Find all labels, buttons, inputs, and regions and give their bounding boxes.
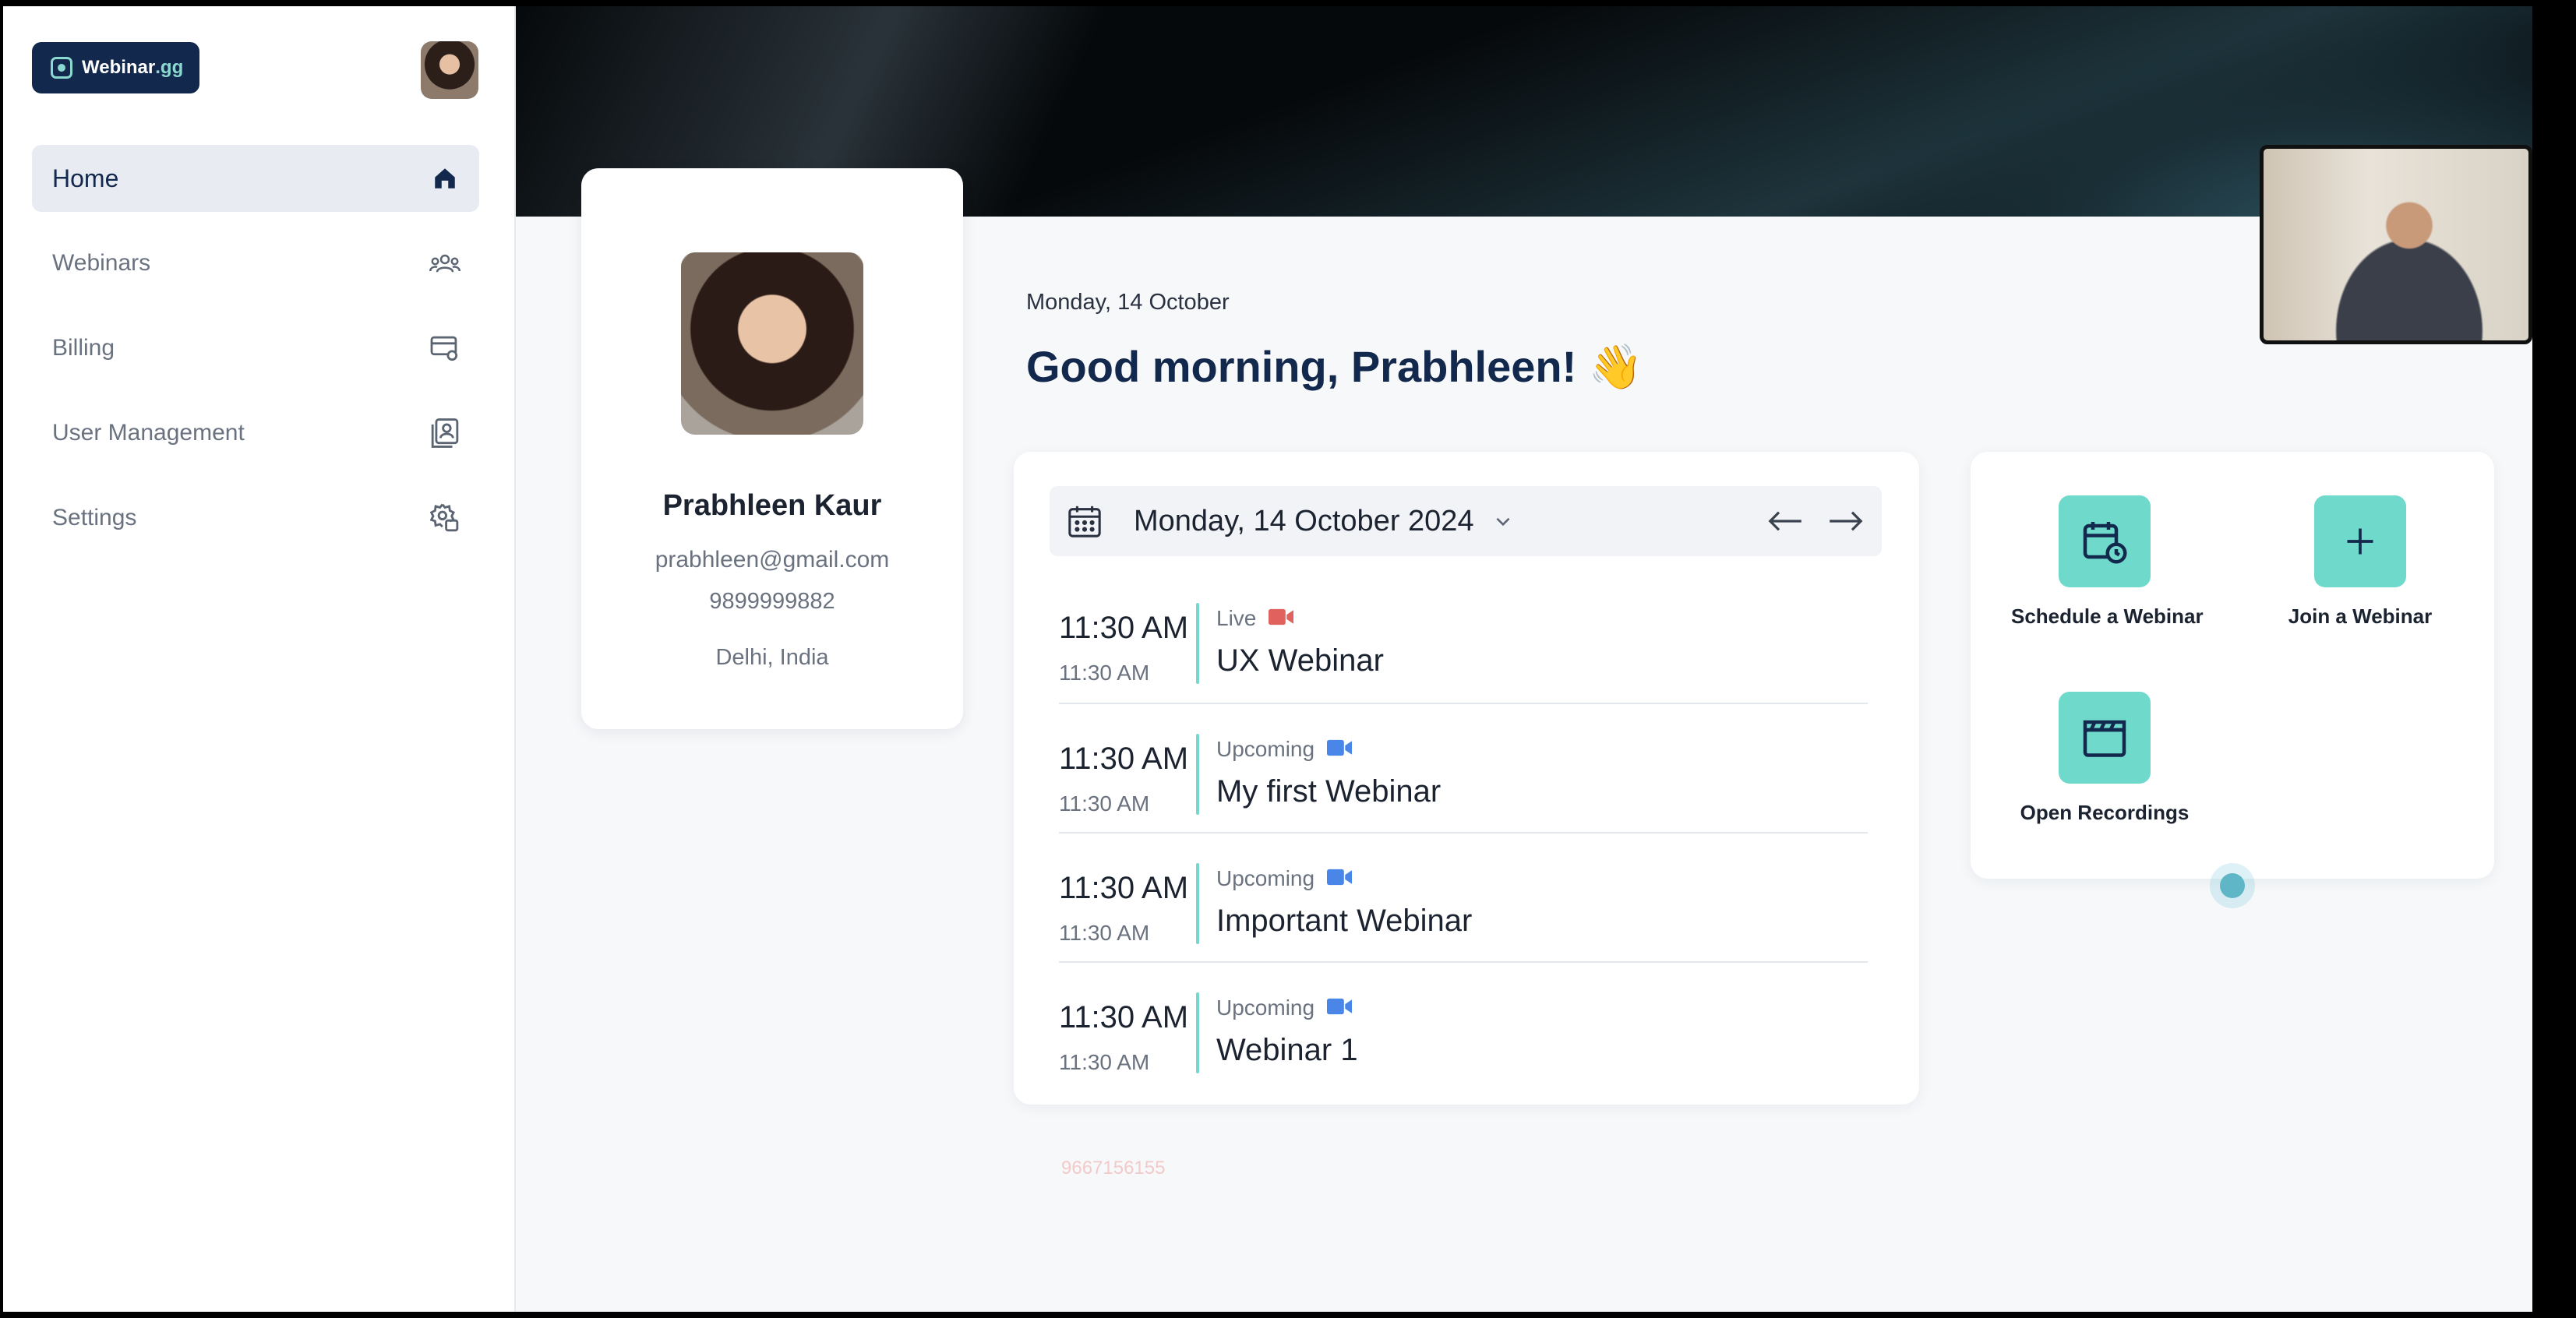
event-row[interactable]: 11:30 AM 11:30 AM Upcoming Important Web… bbox=[1050, 851, 1860, 967]
schedule-card: Monday, 14 October 2024 11:30 AM 11:30 A… bbox=[1014, 452, 1919, 1105]
event-separator bbox=[1059, 961, 1868, 963]
sidebar-item-user-management[interactable]: User Management bbox=[32, 400, 479, 467]
event-end-time: 11:30 AM bbox=[1059, 921, 1150, 945]
logo-suffix: .gg bbox=[155, 57, 184, 78]
sidebar-item-label: Webinars bbox=[52, 250, 151, 276]
event-title: UX Webinar bbox=[1216, 643, 1384, 678]
profile-email: prabhleen@gmail.com bbox=[655, 547, 890, 573]
users-icon bbox=[429, 248, 461, 279]
sidebar-item-label: Settings bbox=[52, 505, 137, 530]
join-webinar-label: Join a Webinar bbox=[2288, 604, 2433, 628]
video-camera-icon bbox=[1269, 606, 1294, 631]
profile-photo bbox=[681, 252, 863, 435]
next-day-arrow-icon[interactable] bbox=[1826, 502, 1866, 541]
event-time: 11:30 AM bbox=[1059, 1000, 1189, 1034]
current-date: Monday, 14 October bbox=[1026, 290, 1230, 315]
schedule-webinar-button[interactable]: Schedule a Webinar bbox=[2011, 495, 2204, 629]
event-row[interactable]: 11:30 AM 11:30 AM Live UX Webinar bbox=[1050, 590, 1860, 707]
event-time: 11:30 AM bbox=[1059, 611, 1189, 645]
profile-phone: 9899999882 bbox=[709, 589, 835, 614]
event-row[interactable]: 11:30 AM 11:30 AM Upcoming Webinar 1 bbox=[1050, 980, 1860, 1097]
event-status: Upcoming bbox=[1216, 866, 1353, 891]
open-recordings-label: Open Recordings bbox=[2020, 801, 2190, 824]
event-divider-bar bbox=[1196, 992, 1199, 1073]
greeting-heading: Good morning, Prabhleen! 👋 bbox=[1026, 342, 1643, 391]
event-status-label: Upcoming bbox=[1216, 996, 1315, 1020]
chevron-down-icon[interactable] bbox=[1493, 511, 1513, 531]
event-title: My first Webinar bbox=[1216, 774, 1442, 809]
sidebar-item-label: User Management bbox=[52, 420, 245, 446]
plus-icon bbox=[2314, 495, 2406, 587]
profile-location: Delhi, India bbox=[715, 645, 829, 670]
watermark-number: 9667156155 bbox=[1061, 1158, 1166, 1179]
event-status-label: Live bbox=[1216, 606, 1257, 630]
event-status-label: Upcoming bbox=[1216, 866, 1315, 890]
event-divider-bar bbox=[1196, 603, 1199, 684]
schedule-webinar-label: Schedule a Webinar bbox=[2011, 604, 2204, 628]
home-icon bbox=[429, 163, 461, 194]
clapperboard-icon bbox=[2059, 692, 2151, 784]
date-nav bbox=[1765, 502, 1866, 541]
event-divider-bar bbox=[1196, 863, 1199, 944]
sidebar-item-billing[interactable]: Billing bbox=[32, 315, 479, 382]
event-end-time: 11:30 AM bbox=[1059, 791, 1150, 816]
event-time: 11:30 AM bbox=[1059, 871, 1189, 905]
profile-card: Prabhleen Kaur prabhleen@gmail.com 98999… bbox=[581, 168, 963, 729]
billing-card-icon bbox=[429, 333, 461, 364]
event-separator bbox=[1059, 703, 1868, 704]
event-status-label: Upcoming bbox=[1216, 737, 1315, 761]
calendar-icon bbox=[1067, 503, 1103, 539]
event-end-time: 11:30 AM bbox=[1059, 1050, 1150, 1074]
previous-day-arrow-icon[interactable] bbox=[1765, 502, 1805, 541]
join-webinar-button[interactable]: Join a Webinar bbox=[2267, 495, 2454, 629]
sidebar-item-settings[interactable]: Settings bbox=[32, 485, 479, 552]
event-status: Upcoming bbox=[1216, 996, 1353, 1020]
sidebar-item-home[interactable]: Home bbox=[32, 145, 479, 212]
event-row[interactable]: 11:30 AM 11:30 AM Upcoming My first Webi… bbox=[1050, 721, 1860, 838]
event-separator bbox=[1059, 832, 1868, 833]
event-end-time: 11:30 AM bbox=[1059, 661, 1150, 685]
sidebar-item-label: Home bbox=[52, 164, 119, 192]
video-camera-icon bbox=[1327, 996, 1353, 1020]
event-title: Important Webinar bbox=[1216, 904, 1473, 938]
user-management-icon bbox=[429, 418, 461, 449]
video-camera-icon bbox=[1327, 737, 1353, 762]
user-avatar[interactable] bbox=[421, 41, 478, 99]
profile-name: Prabhleen Kaur bbox=[662, 489, 882, 522]
app-logo[interactable]: Webinar .gg bbox=[32, 42, 199, 93]
app-frame: Webinar .gg Home Webinars Billing User M… bbox=[3, 6, 2532, 1312]
event-status: Live bbox=[1216, 606, 1294, 631]
event-title: Webinar 1 bbox=[1216, 1033, 1358, 1067]
selected-date: Monday, 14 October 2024 bbox=[1134, 504, 1474, 537]
mouse-cursor bbox=[2210, 863, 2255, 908]
quick-actions-card: Schedule a Webinar Join a Webinar Open R… bbox=[1971, 452, 2494, 879]
video-camera-icon bbox=[1327, 866, 1353, 891]
sidebar-item-webinars[interactable]: Webinars bbox=[32, 230, 479, 297]
open-recordings-button[interactable]: Open Recordings bbox=[2011, 692, 2198, 825]
event-time: 11:30 AM bbox=[1059, 742, 1189, 776]
event-divider-bar bbox=[1196, 734, 1199, 815]
webcam-overlay bbox=[2260, 145, 2532, 344]
sidebar-nav: Home Webinars Billing User Management Se… bbox=[32, 145, 479, 569]
date-selector[interactable]: Monday, 14 October 2024 bbox=[1050, 486, 1882, 556]
logo-icon bbox=[51, 57, 72, 79]
sidebar-item-label: Billing bbox=[52, 335, 115, 361]
event-status: Upcoming bbox=[1216, 737, 1353, 762]
logo-text: Webinar bbox=[82, 57, 156, 78]
sidebar: Webinar .gg Home Webinars Billing User M… bbox=[3, 6, 516, 1312]
schedule-calendar-icon bbox=[2059, 495, 2151, 587]
settings-gear-icon bbox=[429, 502, 461, 534]
